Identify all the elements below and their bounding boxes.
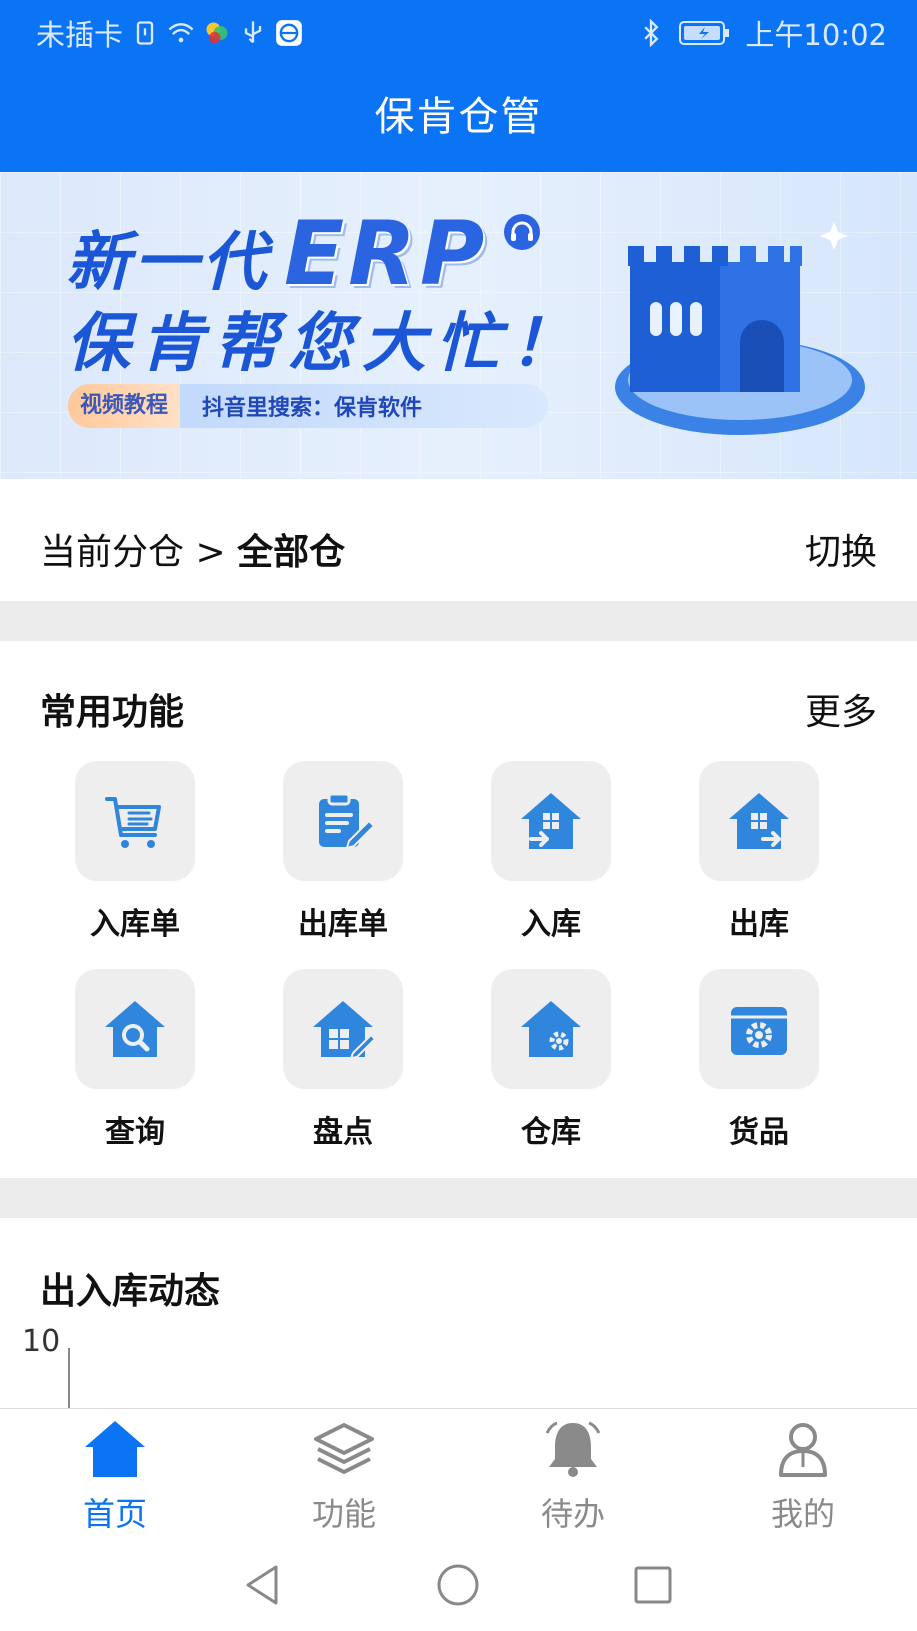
switch-warehouse-button[interactable]: 切换 (805, 523, 877, 575)
battery-icon (679, 21, 730, 45)
tab-mine[interactable]: 我的 (733, 1419, 873, 1535)
bluetooth-icon (644, 19, 659, 47)
func-tile-inbound[interactable]: 入库 (491, 761, 611, 943)
tab-todo[interactable]: 待办 (503, 1419, 643, 1535)
system-nav-bar (0, 1538, 917, 1631)
func-tile-warehouse[interactable]: 仓库 (491, 969, 611, 1151)
warehouse-prefix-text: 当前分仓 > (40, 532, 238, 573)
house-search-icon (105, 1001, 165, 1057)
home-icon (85, 1421, 145, 1477)
browser-app-icon (276, 20, 302, 46)
func-label: 仓库 (521, 1115, 581, 1150)
func-label: 入库单 (90, 907, 180, 942)
bell-icon (545, 1421, 601, 1477)
func-tile-goods[interactable]: 货品 (699, 969, 819, 1151)
func-label: 查询 (105, 1115, 165, 1150)
chart-y-tick-label: 10 (22, 1324, 61, 1359)
tab-home[interactable]: 首页 (45, 1419, 185, 1535)
func-tile-outbound-order[interactable]: 出库单 (283, 761, 403, 943)
user-icon (779, 1423, 827, 1477)
banner-headline-2: 保肯帮您大忙！ (66, 307, 584, 381)
more-functions-button[interactable]: 更多 (805, 683, 877, 735)
douyin-search-text: 抖音里搜索：保肯软件 (202, 396, 423, 421)
func-icon-box (699, 761, 819, 881)
func-label: 货品 (729, 1115, 789, 1150)
func-label: 出库单 (298, 907, 388, 942)
warehouse-current-value: 全部仓 (237, 532, 346, 573)
stock-dynamics-section: 出入库动态 10 (0, 1218, 917, 1408)
layers-icon (314, 1423, 374, 1474)
clock-text: 上午10:02 (745, 18, 887, 52)
clipboard-edit-icon (319, 792, 375, 850)
func-icon-box (75, 761, 195, 881)
section-title-common-functions: 常用功能 (40, 692, 185, 733)
back-nav-icon[interactable] (242, 1563, 282, 1607)
tab-label: 功能 (311, 1495, 376, 1533)
banner-headline-1: 新一代 ERP (66, 202, 542, 305)
func-icon-box (283, 969, 403, 1089)
home-nav-icon[interactable] (436, 1563, 480, 1607)
box-gear-icon (731, 1007, 787, 1055)
func-tile-stocktake[interactable]: 盘点 (283, 969, 403, 1151)
func-icon-box (699, 969, 819, 1089)
banner-video-pill[interactable]: 视频教程 抖音里搜索：保肯软件 (68, 384, 548, 428)
wifi-icon (168, 23, 194, 43)
bottom-tab-bar: 首页 功能 待办 我的 (0, 1408, 917, 1539)
video-tutorial-tag: 视频教程 (68, 384, 181, 428)
house-gear-icon (521, 1001, 581, 1057)
house-out-icon (729, 793, 789, 849)
func-icon-box (75, 969, 195, 1089)
status-bar: 未插卡 上午10:02 (0, 0, 917, 64)
func-icon-box (283, 761, 403, 881)
section-divider (0, 601, 917, 641)
tab-functions[interactable]: 功能 (274, 1419, 414, 1535)
current-warehouse-label: 当前分仓 > 全部仓 (40, 523, 345, 575)
banner-erp-text: ERP (284, 202, 489, 305)
title-bar: 保肯仓管 (0, 64, 917, 172)
common-functions-section: 常用功能 更多 入库单 出库单 入库 出库 查询 盘点 仓库 货品 (0, 641, 917, 1178)
promo-banner[interactable]: 新一代 ERP 保肯帮您大忙！ 视频教程 抖音里搜索：保肯软件 (0, 172, 917, 479)
tab-label: 我的 (770, 1495, 835, 1533)
func-label: 盘点 (313, 1115, 373, 1150)
banner-line1-text: 新一代 (66, 226, 270, 300)
func-label: 出库 (729, 907, 789, 942)
section-divider (0, 1178, 917, 1218)
house-in-icon (521, 793, 581, 849)
chart-y-axis (68, 1348, 70, 1408)
house-edit-icon (313, 1001, 375, 1060)
current-warehouse-row: 当前分仓 > 全部仓 切换 (0, 479, 917, 601)
sim-icon (136, 21, 154, 45)
recents-nav-icon[interactable] (633, 1565, 673, 1605)
tab-label: 首页 (82, 1495, 147, 1533)
usb-icon (244, 21, 262, 44)
app-colorful-icon (206, 22, 228, 44)
func-tile-outbound[interactable]: 出库 (699, 761, 819, 943)
castle-illustration-icon (615, 222, 865, 435)
func-icon-box (491, 761, 611, 881)
cart-list-icon (105, 797, 161, 848)
func-label: 入库 (521, 907, 581, 942)
page-title: 保肯仓管 (374, 94, 543, 140)
func-tile-query[interactable]: 查询 (75, 969, 195, 1151)
func-tile-inbound-order[interactable]: 入库单 (75, 761, 195, 943)
section-title-stock-dynamics: 出入库动态 (40, 1271, 221, 1312)
headset-icon (504, 214, 541, 250)
carrier-text: 未插卡 (36, 18, 124, 52)
tab-label: 待办 (540, 1495, 605, 1533)
func-icon-box (491, 969, 611, 1089)
